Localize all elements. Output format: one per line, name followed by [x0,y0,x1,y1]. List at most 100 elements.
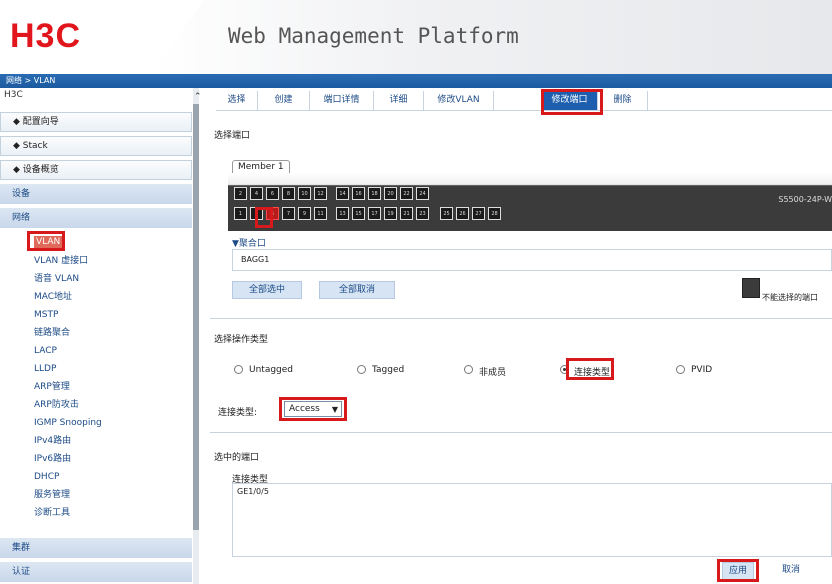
app-title: Web Management Platform [228,24,519,48]
unselectable-port-legend: 不能选择的端口 [762,293,818,302]
link-type-select[interactable]: Access ▼ [284,401,342,417]
sidebar-item-vlan[interactable]: VLAN [34,236,63,248]
select-all-button[interactable]: 全部选中 [232,281,302,299]
radio-tagged-label: Tagged [372,365,405,375]
switch-port-18[interactable]: 18 [368,187,381,200]
sidebar-item-device-overview[interactable]: ◆ 设备概览 [0,160,192,180]
divider [210,318,832,319]
sidebar-item-arp-attack[interactable]: ARP防攻击 [34,399,79,411]
tab-modify-port[interactable]: 修改端口 [542,91,598,110]
sidebar-item-ipv6-route[interactable]: IPv6路由 [34,453,71,465]
switch-port-16[interactable]: 16 [352,187,365,200]
switch-port-28[interactable]: 28 [488,207,501,220]
radio-non-member-label: 非成员 [479,368,507,378]
switch-port-4[interactable]: 4 [250,187,263,200]
switch-port-11[interactable]: 11 [314,207,327,220]
link-type-label: 连接类型: [218,408,258,418]
deselect-all-button[interactable]: 全部取消 [319,281,395,299]
switch-port-17[interactable]: 17 [368,207,381,220]
op-type-title: 选择操作类型 [214,335,269,345]
sidebar-item-vlan-interface[interactable]: VLAN 虚接口 [34,255,88,267]
switch-port-5[interactable]: 5 [266,207,279,220]
tab-detail[interactable]: 详细 [374,91,424,110]
sidebar-group-cluster[interactable]: 集群 [0,538,192,558]
selected-port-item: GE1/0/5 [237,487,269,496]
tab-modify-vlan[interactable]: 修改VLAN [424,91,494,110]
chevron-down-icon: ▼ [331,405,338,414]
switch-port-21[interactable]: 21 [400,207,413,220]
switch-port-12[interactable]: 12 [314,187,327,200]
switch-port-6[interactable]: 6 [266,187,279,200]
radio-link-type-label: 连接类型 [574,368,611,378]
radio-non-member[interactable] [464,365,473,374]
radio-untagged[interactable] [234,365,243,374]
tab-port-detail[interactable]: 端口详情 [310,91,374,110]
switch-port-22[interactable]: 22 [400,187,413,200]
sidebar-group-network[interactable]: 网络 [0,208,192,228]
switch-port-1[interactable]: 1 [234,207,247,220]
switch-port-13[interactable]: 13 [336,207,349,220]
sidebar: H3C ◆ 配置向导 ◆ Stack ◆ 设备概览 设备 网络 VLAN VLA… [0,88,202,584]
sidebar-item-config-wizard[interactable]: ◆ 配置向导 [0,112,192,132]
sidebar-group-device[interactable]: 设备 [0,184,192,204]
switch-port-26[interactable]: 26 [456,207,469,220]
sidebar-item-mstp[interactable]: MSTP [34,309,58,321]
tab-delete[interactable]: 删除 [598,91,648,110]
link-type-value: Access [289,404,320,414]
header: H3C Web Management Platform [0,0,832,74]
radio-tagged[interactable] [357,365,366,374]
sidebar-item-arp[interactable]: ARP管理 [34,381,70,393]
switch-port-14[interactable]: 14 [336,187,349,200]
sidebar-root-label: H3C [4,90,23,100]
h3c-logo: H3C [10,17,82,55]
tab-select[interactable]: 选择 [216,91,258,110]
switch-port-15[interactable]: 15 [352,207,365,220]
sidebar-group-auth[interactable]: 认证 [0,562,192,582]
port-select-title: 选择端口 [214,131,251,141]
tab-bar: 选择 创建 端口详情 详细 修改VLAN 修改端口 删除 [216,91,832,111]
switch-port-2[interactable]: 2 [234,187,247,200]
sidebar-item-diagnostics[interactable]: 诊断工具 [34,507,70,519]
sidebar-item-link-aggregation[interactable]: 链路聚合 [34,327,70,339]
sidebar-item-dhcp[interactable]: DHCP [34,471,59,483]
apply-button[interactable]: 应用 [722,562,754,580]
switch-port-27[interactable]: 27 [472,207,485,220]
aggregation-port-box: BAGG1 [232,249,832,271]
divider [210,432,832,433]
aggregation-port-item[interactable]: BAGG1 [241,255,269,264]
switch-port-20[interactable]: 20 [384,187,397,200]
sidebar-item-lldp[interactable]: LLDP [34,363,56,375]
sidebar-scrollbar-thumb[interactable] [193,104,199,530]
scroll-up-icon[interactable]: ⌃ [194,92,202,102]
switch-port-8[interactable]: 8 [282,187,295,200]
tab-create[interactable]: 创建 [258,91,310,110]
member-tab[interactable]: Member 1 [232,160,290,174]
sidebar-item-ipv4-route[interactable]: IPv4路由 [34,435,71,447]
switch-port-23[interactable]: 23 [416,207,429,220]
selected-ports-list: GE1/0/5 [232,483,832,557]
switch-port-24[interactable]: 24 [416,187,429,200]
radio-pvid[interactable] [676,365,685,374]
sidebar-item-services[interactable]: 服务管理 [34,489,70,501]
radio-pvid-label: PVID [691,365,713,375]
breadcrumb: 网络 > VLAN [6,76,56,85]
switch-port-7[interactable]: 7 [282,207,295,220]
selected-ports-title: 选中的端口 [214,453,260,463]
sidebar-item-voice-vlan[interactable]: 语音 VLAN [34,273,79,285]
switch-port-9[interactable]: 9 [298,207,311,220]
switch-model-label: S5500-24P-W [778,195,832,204]
unselectable-port-legend-swatch [742,278,760,298]
switch-panel: S5500-24P-W 2 4 6 8 10 12 14 16 18 20 22 24 1 3 5 7 9 11 1… [228,173,832,231]
cancel-button[interactable]: 取消 [770,562,812,580]
aggregation-toggle[interactable]: ▼聚合口 [232,236,266,249]
sidebar-item-stack[interactable]: ◆ Stack [0,136,192,156]
switch-port-19[interactable]: 19 [384,207,397,220]
switch-port-3[interactable]: 3 [250,207,263,220]
sidebar-item-lacp[interactable]: LACP [34,345,57,357]
radio-untagged-label: Untagged [249,365,294,375]
switch-port-25[interactable]: 25 [440,207,453,220]
sidebar-item-igmp[interactable]: IGMP Snooping [34,417,102,429]
switch-port-10[interactable]: 10 [298,187,311,200]
radio-link-type[interactable] [560,365,569,374]
sidebar-item-mac[interactable]: MAC地址 [34,291,72,303]
